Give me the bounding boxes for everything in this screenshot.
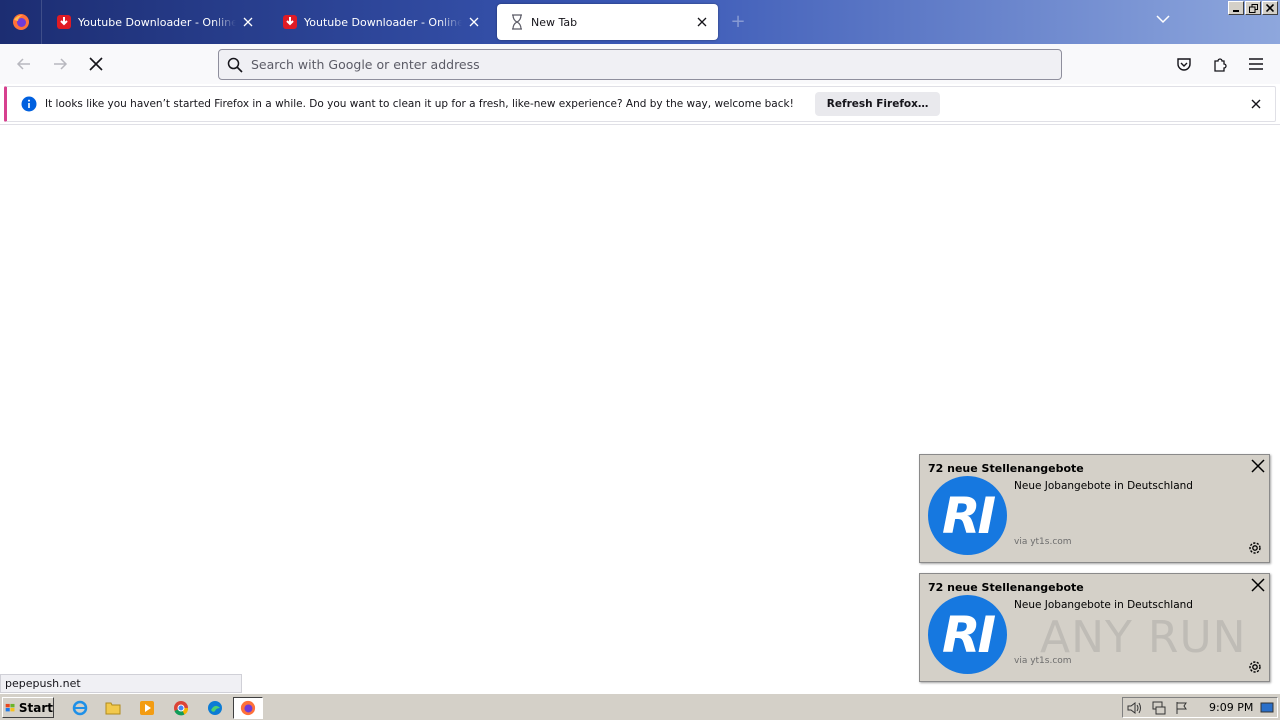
push-notification-toast[interactable]: 72 neue Stellenangebote RI Neue Jobangeb… — [919, 454, 1270, 563]
refresh-firefox-button[interactable]: Refresh Firefox… — [814, 92, 941, 116]
address-input[interactable] — [251, 57, 1031, 72]
toast-source: via yt1s.com — [1014, 656, 1072, 666]
hourglass-loading-icon — [512, 14, 522, 30]
system-tray: 9:09 PM — [1122, 697, 1278, 718]
toast-title: 72 neue Stellenangebote — [928, 581, 1084, 594]
chrome-taskbar-icon[interactable] — [171, 698, 191, 718]
content-divider — [0, 124, 1280, 125]
tab-strip: Youtube Downloader - Online Youtube Vide… — [0, 0, 1280, 44]
tab-close-icon[interactable] — [694, 14, 710, 30]
toast-settings-gear-icon[interactable] — [1247, 540, 1263, 556]
edge-taskbar-icon[interactable] — [205, 698, 225, 718]
window-restore-button[interactable] — [1245, 1, 1261, 15]
extensions-button[interactable] — [1208, 52, 1232, 76]
volume-icon[interactable] — [1127, 701, 1143, 715]
navigation-toolbar — [0, 44, 1280, 84]
toast-close-icon[interactable] — [1250, 577, 1266, 593]
youtube-downloader-favicon-icon — [283, 15, 297, 29]
push-notification-toast[interactable]: 72 neue Stellenangebote RI Neue Jobangeb… — [919, 573, 1270, 682]
toast-settings-gear-icon[interactable] — [1247, 659, 1263, 675]
toast-close-icon[interactable] — [1250, 458, 1266, 474]
firefox-taskbar-icon[interactable] — [233, 697, 263, 719]
youtube-downloader-favicon-icon — [57, 15, 71, 29]
toast-body: Neue Jobangebote in Deutschland — [1014, 480, 1193, 492]
toast-title: 72 neue Stellenangebote — [928, 462, 1084, 475]
info-icon — [21, 96, 37, 112]
close-notification-icon[interactable] — [1249, 97, 1263, 111]
tab-youtube-downloader-2[interactable]: Youtube Downloader - Online Youtube Vide… — [270, 4, 490, 40]
forward-button[interactable] — [48, 52, 72, 76]
tab-close-icon[interactable] — [466, 14, 482, 30]
action-center-flag-icon[interactable] — [1175, 701, 1189, 715]
show-desktop-icon[interactable] — [1260, 701, 1274, 715]
window-minimize-button[interactable] — [1228, 1, 1244, 15]
tab-close-icon[interactable] — [240, 14, 256, 30]
forward-arrow-icon — [54, 58, 68, 70]
tab-title: Youtube Downloader - Online Youtube Vide… — [304, 15, 462, 29]
stop-loading-button[interactable] — [84, 52, 108, 76]
tab-title: New Tab — [531, 15, 578, 29]
toast-logo: RI — [928, 595, 1007, 674]
back-button[interactable] — [12, 52, 36, 76]
file-explorer-taskbar-icon[interactable] — [103, 698, 123, 718]
network-icon[interactable] — [1151, 701, 1167, 715]
toast-body: Neue Jobangebote in Deutschland — [1014, 599, 1193, 611]
save-to-pocket-button[interactable] — [1172, 52, 1196, 76]
window-close-button[interactable] — [1262, 1, 1278, 15]
internet-explorer-taskbar-icon[interactable] — [70, 698, 90, 718]
media-player-taskbar-icon[interactable] — [137, 698, 157, 718]
tab-new-tab[interactable]: New Tab — [497, 4, 718, 40]
stop-x-icon — [89, 57, 103, 71]
windows-flag-icon — [5, 703, 15, 711]
start-label: Start — [18, 700, 53, 715]
windows-taskbar: Start 9:09 PM — [0, 693, 1280, 720]
firefox-logo-icon — [12, 14, 29, 30]
refresh-firefox-notification: It looks like you haven’t started Firefo… — [4, 86, 1276, 122]
toast-logo-text: RI — [941, 605, 996, 664]
search-icon — [227, 57, 243, 73]
toast-logo-text: RI — [941, 486, 996, 545]
hamburger-menu-icon — [1249, 58, 1263, 70]
start-button[interactable]: Start — [2, 697, 54, 718]
toast-source: via yt1s.com — [1014, 537, 1072, 547]
toast-logo: RI — [928, 476, 1007, 555]
tab-title: Youtube Downloader - Online Youtube Vide… — [78, 15, 236, 29]
application-menu-button[interactable] — [1244, 52, 1268, 76]
puzzle-piece-icon — [1214, 58, 1227, 72]
taskbar-clock: 9:09 PM — [1209, 701, 1254, 714]
status-link-overlay: pepepush.net — [0, 674, 242, 693]
back-arrow-icon — [16, 58, 30, 70]
pocket-icon — [1177, 58, 1191, 71]
notification-message: It looks like you haven’t started Firefo… — [45, 98, 794, 110]
address-bar[interactable] — [218, 49, 1062, 80]
list-all-tabs-chevron-icon[interactable] — [1156, 13, 1176, 31]
firefox-view-button[interactable] — [0, 0, 42, 44]
tab-youtube-downloader-1[interactable]: Youtube Downloader - Online Youtube Vide… — [44, 4, 264, 40]
new-tab-plus-icon[interactable]: + — [728, 12, 748, 32]
